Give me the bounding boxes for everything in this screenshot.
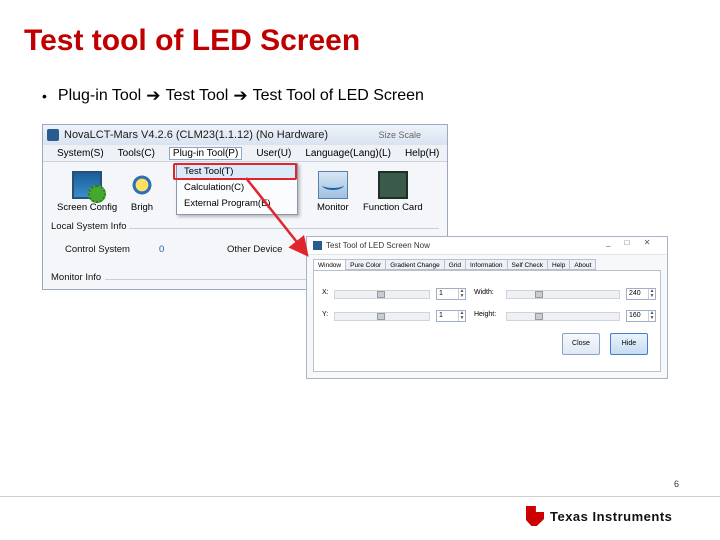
size-scale-label: Size Scale: [378, 130, 421, 140]
texas-state-icon: [526, 506, 544, 526]
slider-thumb[interactable]: [535, 313, 543, 320]
width-slider[interactable]: [506, 290, 620, 299]
main-menubar: System(S) Tools(C) Plug-in Tool(P) User(…: [43, 145, 447, 162]
monitor-info-label: Monitor Info: [51, 272, 102, 283]
monitor-icon: [317, 171, 348, 199]
test-tool-window: Test Tool of LED Screen Now Window Pure …: [306, 236, 668, 379]
width-label: Width:: [474, 289, 494, 296]
app-icon: [313, 241, 322, 250]
local-system-info-label: Local System Info: [51, 221, 127, 232]
menu-help[interactable]: Help(H): [405, 148, 439, 159]
control-system-label: Control System: [65, 244, 130, 255]
texas-instruments-logo: Texas Instruments: [526, 506, 672, 526]
arrow-right-icon: ➔: [146, 86, 161, 105]
height-input[interactable]: 160 ▲ ▼: [626, 310, 656, 322]
control-system-value: 0: [159, 244, 165, 255]
brightness-button[interactable]: Brigh: [127, 171, 157, 213]
brightness-icon: [127, 171, 157, 199]
height-slider[interactable]: [506, 312, 620, 321]
y-row: Y: 1 ▲ ▼ Height: 160 ▲ ▼: [322, 309, 656, 323]
menu-item-external-program[interactable]: External Program(E): [177, 196, 297, 212]
menu-item-calculation[interactable]: Calculation(C): [177, 180, 297, 196]
test-window-title: Test Tool of LED Screen Now: [326, 241, 430, 250]
slider-thumb[interactable]: [535, 291, 543, 298]
window-tab-panel: X: 1 ▲ ▼ Width: 240 ▲ ▼ Y: 1 ▲ ▼ Height: 160 ▲ ▼…: [313, 270, 661, 372]
arrow-right-icon: ➔: [233, 86, 248, 105]
section-divider: [129, 228, 439, 229]
window-controls[interactable]: _ □ ✕: [606, 238, 656, 247]
screen-config-label: Screen Config: [57, 202, 118, 213]
y-input[interactable]: 1 ▲ ▼: [436, 310, 466, 322]
spin-arrows-icon[interactable]: ▲ ▼: [648, 289, 655, 299]
y-label: Y:: [322, 311, 329, 318]
function-card-icon: [377, 171, 408, 199]
tab-help[interactable]: Help: [547, 259, 571, 270]
hide-button[interactable]: Hide: [610, 333, 648, 355]
tab-gradient-change[interactable]: Gradient Change: [386, 259, 445, 270]
main-window-titlebar: NovaLCT-Mars V4.2.6 (CLM23(1.1.12) (No H…: [43, 125, 447, 145]
monitor-button[interactable]: Monitor: [317, 171, 349, 213]
close-button[interactable]: Close: [562, 333, 600, 355]
bullet-step-plugin-tool: Plug-in Tool: [57, 87, 142, 104]
bullet-step-test-tool: Test Tool: [165, 87, 229, 104]
y-slider[interactable]: [334, 312, 430, 321]
tab-information[interactable]: Information: [466, 259, 508, 270]
screen-config-icon: [72, 171, 107, 203]
spin-arrows-icon[interactable]: ▲ ▼: [458, 289, 465, 299]
test-tool-highlight: [173, 163, 297, 180]
menu-tools[interactable]: Tools(C): [118, 148, 155, 159]
width-input[interactable]: 240 ▲ ▼: [626, 288, 656, 300]
tab-grid[interactable]: Grid: [444, 259, 466, 270]
slider-thumb[interactable]: [377, 313, 385, 320]
bullet-path: • Plug-in Tool ➔ Test Tool ➔ Test Tool o…: [42, 86, 424, 106]
bullet-dot: •: [42, 88, 47, 104]
brand-name: Texas Instruments: [550, 508, 673, 524]
tab-pure-color[interactable]: Pure Color: [346, 259, 387, 270]
height-label: Height:: [474, 311, 497, 318]
bullet-step-test-tool-led: Test Tool of LED Screen: [252, 87, 424, 104]
tab-about[interactable]: About: [570, 259, 597, 270]
main-window-title: NovaLCT-Mars V4.2.6 (CLM23(1.1.12) (No H…: [64, 129, 329, 141]
monitor-label: Monitor: [317, 202, 349, 213]
spin-arrows-icon[interactable]: ▲ ▼: [458, 311, 465, 321]
x-slider[interactable]: [334, 290, 430, 299]
x-input[interactable]: 1 ▲ ▼: [436, 288, 466, 300]
spin-arrows-icon[interactable]: ▲ ▼: [648, 311, 655, 321]
slide-title: Test tool of LED Screen: [24, 24, 361, 57]
brightness-label: Brigh: [130, 202, 154, 213]
app-icon: [47, 129, 59, 141]
page-number: 6: [674, 479, 680, 489]
x-row: X: 1 ▲ ▼ Width: 240 ▲ ▼: [322, 287, 656, 301]
screen-config-button[interactable]: Screen Config: [57, 171, 117, 213]
x-label: X:: [322, 289, 329, 296]
menu-plugin-tool[interactable]: Plug-in Tool(P): [168, 146, 243, 160]
menu-system[interactable]: System(S): [57, 148, 104, 159]
tab-self-check[interactable]: Self Check: [507, 259, 548, 270]
function-card-button[interactable]: Function Card: [363, 171, 423, 213]
tab-window[interactable]: Window: [313, 259, 347, 270]
test-tabs: Window Pure Color Gradient Change Grid I…: [313, 259, 597, 270]
menu-language[interactable]: Language(Lang)(L): [305, 148, 391, 159]
other-device-label: Other Device: [227, 244, 283, 255]
menu-user[interactable]: User(U): [256, 148, 291, 159]
footer-divider: [0, 496, 720, 497]
function-card-label: Function Card: [363, 202, 423, 213]
slider-thumb[interactable]: [377, 291, 385, 298]
